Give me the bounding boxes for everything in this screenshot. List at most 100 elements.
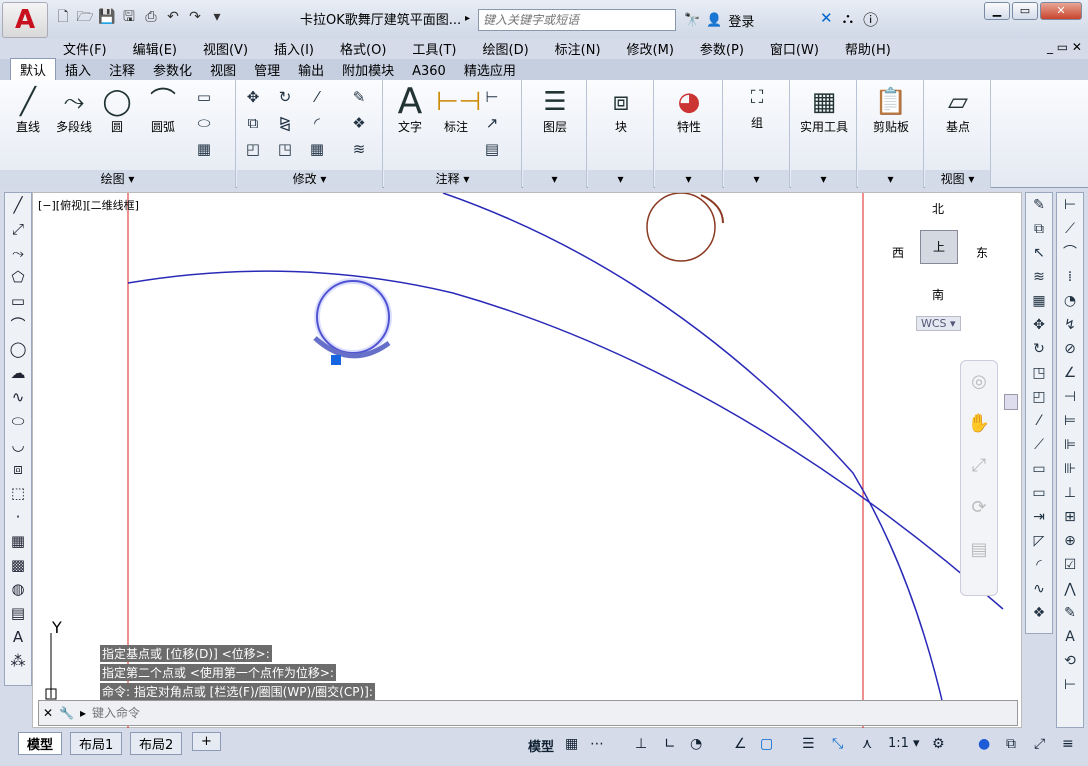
exchange-icon[interactable]: ✕ xyxy=(820,9,833,30)
layout-tab-1[interactable]: 布局1 xyxy=(70,732,123,755)
select-icon[interactable]: ↖ xyxy=(1026,241,1052,265)
scrollbar-thumb[interactable] xyxy=(1004,394,1018,410)
rectangle-icon[interactable]: ▭ xyxy=(5,289,31,313)
utilities-tool[interactable]: ▦ 实用工具 xyxy=(795,86,853,135)
annotation-visibility-icon[interactable]: ⋏ xyxy=(862,736,872,752)
revcloud-icon[interactable]: ☁ xyxy=(5,361,31,385)
menu-item[interactable]: 窗口(W) xyxy=(757,39,832,58)
explode-icon[interactable]: ❖ xyxy=(349,114,369,132)
region-icon[interactable]: ◍ xyxy=(5,577,31,601)
angular-icon[interactable]: ∠ xyxy=(1057,361,1083,385)
break-icon[interactable]: ▭ xyxy=(1026,457,1052,481)
draw-panel-title[interactable]: 绘图 ▾ xyxy=(0,170,235,188)
steering-wheel-icon[interactable]: ◎ xyxy=(961,361,997,403)
showmotion-icon[interactable]: ▤ xyxy=(961,529,997,571)
compass-west[interactable]: 西 xyxy=(892,244,904,261)
diameter-icon[interactable]: ⊘ xyxy=(1057,337,1083,361)
arc-icon[interactable]: ⌒ xyxy=(5,313,31,337)
wcs-menu[interactable]: WCS ▾ xyxy=(916,316,961,331)
radius-icon[interactable]: ◔ xyxy=(1057,289,1083,313)
login-label[interactable]: 登录 xyxy=(728,11,754,30)
ellipse-icon[interactable]: ⬭ xyxy=(194,114,214,132)
jogged-icon[interactable]: ↯ xyxy=(1057,313,1083,337)
dim-break-icon[interactable]: ⊥ xyxy=(1057,481,1083,505)
model-space-button[interactable]: 模型 xyxy=(528,736,554,755)
hardware-accel-icon[interactable]: ⧉ xyxy=(1006,736,1016,752)
minimize-button[interactable]: ▁ xyxy=(984,2,1010,20)
ordinate-icon[interactable]: ⁞ xyxy=(1057,265,1083,289)
customize-icon[interactable]: ≡ xyxy=(1062,736,1074,752)
expand-arrow-icon[interactable]: ▸ xyxy=(465,13,470,24)
copy-icon[interactable]: ⧉ xyxy=(1026,217,1052,241)
search-input[interactable] xyxy=(478,9,676,31)
application-menu-button[interactable]: A xyxy=(2,2,48,38)
dim-edit-icon[interactable]: ✎ xyxy=(1057,601,1083,625)
point-icon[interactable]: · xyxy=(5,505,31,529)
line-tool[interactable]: ╱ 直线 xyxy=(10,86,46,135)
menu-item[interactable]: 编辑(E) xyxy=(120,39,190,58)
join-icon[interactable]: ⇥ xyxy=(1026,505,1052,529)
compass-south[interactable]: 南 xyxy=(932,286,944,303)
redo-icon[interactable]: ↷ xyxy=(186,8,204,26)
print-icon[interactable]: ⎙ xyxy=(142,8,160,26)
clipboard-tool[interactable]: 📋 剪贴板 xyxy=(864,86,918,135)
scale-icon[interactable]: ◳ xyxy=(275,140,295,158)
dimension-tool[interactable]: ⊢⊣ 标注 xyxy=(436,86,481,135)
brown-door-arc[interactable] xyxy=(700,194,724,224)
menu-item[interactable]: 帮助(H) xyxy=(832,39,904,58)
continue-icon[interactable]: ⊫ xyxy=(1057,433,1083,457)
add-selected-icon[interactable]: ⁂ xyxy=(5,649,31,673)
stretch-icon[interactable]: ◰ xyxy=(243,140,263,158)
menu-item[interactable]: 工具(T) xyxy=(399,39,469,58)
array-icon[interactable]: ▦ xyxy=(1026,289,1052,313)
polar-icon[interactable]: ◔ xyxy=(690,736,702,752)
center-mark-icon[interactable]: ⊕ xyxy=(1057,529,1083,553)
make-block-icon[interactable]: ⬚ xyxy=(5,481,31,505)
polygon-icon[interactable]: ⬠ xyxy=(5,265,31,289)
properties-panel-dropdown[interactable]: ▾ xyxy=(655,170,722,188)
extend-icon[interactable]: ⟋ xyxy=(1026,433,1052,457)
hatch-icon[interactable]: ▦ xyxy=(5,529,31,553)
offset-icon[interactable]: ≋ xyxy=(1026,265,1052,289)
utilities-panel-dropdown[interactable]: ▾ xyxy=(791,170,856,188)
undo-icon[interactable]: ↶ xyxy=(164,8,182,26)
dim-style-icon[interactable]: ⊢ xyxy=(1057,673,1083,697)
insert-block-icon[interactable]: ⧈ xyxy=(5,457,31,481)
view-panel-title[interactable]: 视图 ▾ xyxy=(925,170,990,188)
table-icon[interactable]: ▤ xyxy=(5,601,31,625)
brown-circle[interactable] xyxy=(646,192,716,262)
block-tool[interactable]: ⧈ 块 xyxy=(596,86,646,135)
mtext-icon[interactable]: A xyxy=(5,625,31,649)
group-tool[interactable]: ⛶ 组 xyxy=(734,82,780,131)
arc-tool[interactable]: ⌒ 圆弧 xyxy=(144,86,182,135)
mirror-icon[interactable]: ⧎ xyxy=(275,114,295,132)
saveas-icon[interactable]: 🖫 xyxy=(120,8,138,26)
fullscreen-icon[interactable]: ⤢ xyxy=(1034,736,1045,752)
wrench-icon[interactable]: 🔧 xyxy=(59,706,74,720)
annotation-panel-title[interactable]: 注释 ▾ xyxy=(384,170,521,188)
ellipse-icon[interactable]: ⬭ xyxy=(5,409,31,433)
explode-icon[interactable]: ❖ xyxy=(1026,601,1052,625)
dim-update-icon[interactable]: ⟲ xyxy=(1057,649,1083,673)
ribbon-tab[interactable]: 视图 xyxy=(201,59,245,80)
space-icon[interactable]: ⊪ xyxy=(1057,457,1083,481)
offset-icon[interactable]: ≋ xyxy=(349,140,369,158)
ribbon-tab[interactable]: 注释 xyxy=(100,59,144,80)
rectangle-icon[interactable]: ▭ xyxy=(194,88,214,106)
clipboard-panel-dropdown[interactable]: ▾ xyxy=(858,170,923,188)
infer-icon[interactable]: ⊥ xyxy=(635,736,647,752)
orbit-icon[interactable]: ⟳ xyxy=(961,487,997,529)
baseline-icon[interactable]: ⊨ xyxy=(1057,409,1083,433)
jogged-linear-icon[interactable]: ⋀ xyxy=(1057,577,1083,601)
copy-icon[interactable]: ⧉ xyxy=(243,114,263,132)
stretch-icon[interactable]: ◰ xyxy=(1026,385,1052,409)
maximize-button[interactable]: ▭ xyxy=(1012,2,1038,20)
quick-dim-icon[interactable]: ⊣ xyxy=(1057,385,1083,409)
doc-window-controls[interactable]: _ ▭ ✕ xyxy=(1047,40,1082,54)
viewport-label[interactable]: [−][俯视][二维线框] xyxy=(38,197,139,213)
move-icon[interactable]: ✥ xyxy=(1026,313,1052,337)
snap-icon[interactable]: ⋯ xyxy=(590,736,604,752)
close-icon[interactable]: ✕ xyxy=(43,706,53,720)
ribbon-tab[interactable]: 附加模块 xyxy=(333,59,403,80)
break-point-icon[interactable]: ▭ xyxy=(1026,481,1052,505)
